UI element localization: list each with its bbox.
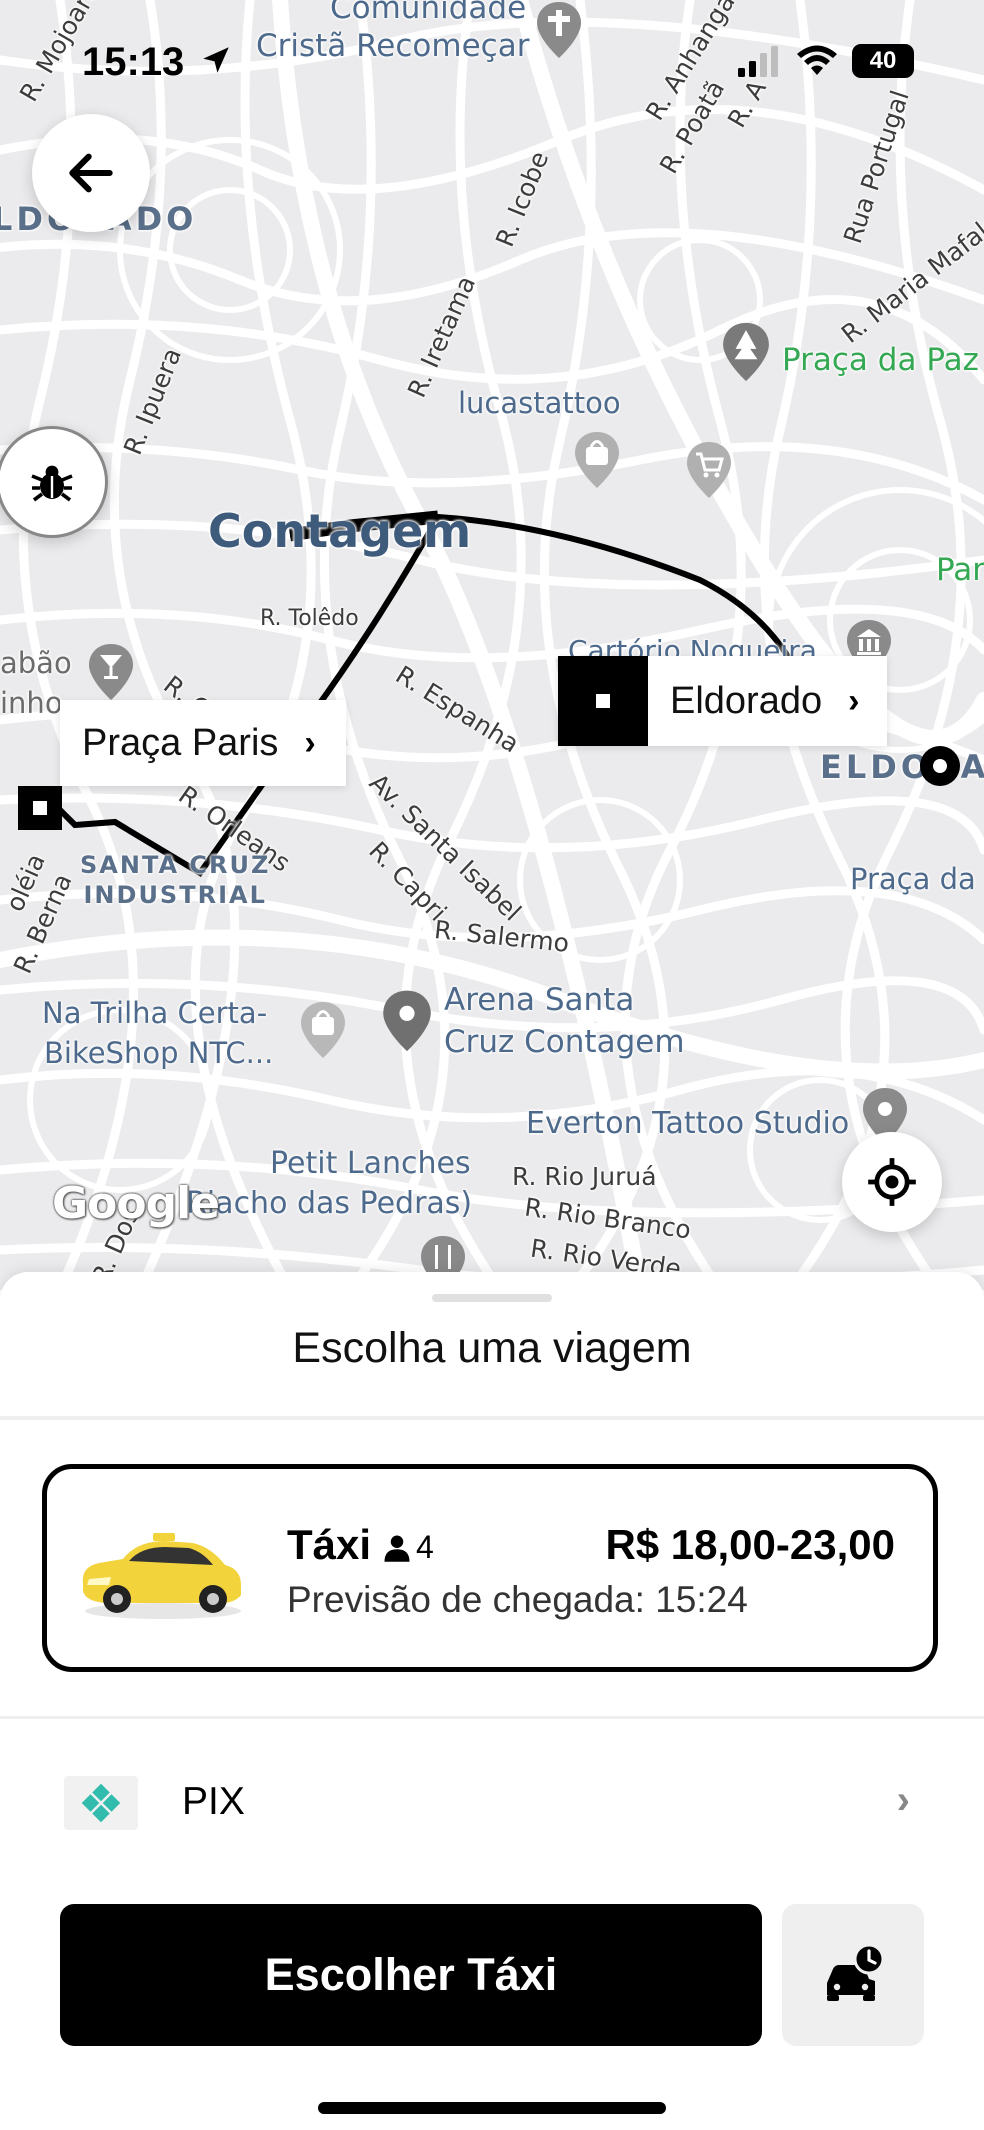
locate-button[interactable] xyxy=(842,1132,942,1232)
chevron-right-icon: › xyxy=(848,681,860,720)
back-arrow-icon xyxy=(69,153,113,193)
poi-label: inho xyxy=(0,686,63,720)
report-bug-button[interactable] xyxy=(0,426,108,538)
ride-seats-count: 4 xyxy=(416,1529,434,1565)
tree-pin-icon xyxy=(723,322,769,382)
taxi-car-image xyxy=(82,1533,241,1619)
street-label: R. Tolêdo xyxy=(260,606,359,631)
chevron-right-icon: › xyxy=(304,723,316,762)
signal-icon xyxy=(738,46,778,77)
back-button[interactable] xyxy=(32,114,150,232)
map-label: Comunidade xyxy=(330,0,527,26)
shopping-bag-pin-icon xyxy=(575,432,619,488)
divider xyxy=(0,1716,984,1719)
map-label: Cristã Recomeçar xyxy=(256,28,530,64)
pix-icon xyxy=(64,1776,138,1830)
poi-label: Praça da Paz xyxy=(782,342,979,378)
poi-label: Par xyxy=(936,552,984,588)
poi-label: lucastattoo xyxy=(458,386,621,420)
location-arrow-icon xyxy=(203,47,230,73)
poi-label: abão xyxy=(0,646,72,680)
ride-price: R$ 18,00-23,00 xyxy=(605,1521,895,1568)
poi-label: Na Trilha Certa- xyxy=(42,996,268,1030)
map-streets xyxy=(0,0,984,1290)
poi-label: Everton Tattoo Studio xyxy=(526,1106,850,1141)
payment-method-row[interactable]: PIX › xyxy=(0,1752,984,1852)
poi-label: Riacho das Pedras) xyxy=(186,1186,473,1221)
ride-eta: Previsão de chegada: 15:24 xyxy=(287,1579,748,1620)
destination-callout[interactable]: Eldorado › xyxy=(558,656,888,746)
wifi-icon xyxy=(797,45,837,75)
cocktail-pin-icon xyxy=(89,644,133,700)
destination-label: Eldorado xyxy=(670,679,823,722)
status-time: 15:13 xyxy=(82,40,233,85)
area-label: SANTA CRUZ INDUSTRIAL xyxy=(80,851,271,909)
origin-callout[interactable]: Praça Paris › xyxy=(60,700,346,786)
cross-pin-icon xyxy=(537,2,581,58)
poi-label: BikeShop NTC... xyxy=(44,1036,274,1070)
person-icon xyxy=(384,1535,410,1562)
poi-label: Arena Santa xyxy=(444,982,635,1018)
payment-method-label: PIX xyxy=(182,1780,245,1823)
poi-label: Praça da xyxy=(850,862,976,896)
sheet-handle[interactable] xyxy=(432,1294,552,1302)
city-label: Contagem xyxy=(208,504,472,558)
locate-icon xyxy=(868,1158,916,1206)
home-indicator xyxy=(318,2102,666,2114)
ride-option-taxi[interactable]: Táxi 4 R$ 18,00-23,00 Previsão de chegad… xyxy=(42,1464,938,1672)
shopping-bag-pin-icon xyxy=(301,1002,345,1058)
bug-icon xyxy=(31,465,73,502)
schedule-car-icon xyxy=(827,1943,885,2001)
choose-taxi-button[interactable]: Escolher Táxi xyxy=(60,1904,762,2046)
chevron-right-icon: › xyxy=(896,1778,910,1822)
street-label: R. Rio Juruá xyxy=(512,1162,657,1191)
schedule-ride-button[interactable] xyxy=(782,1904,924,2046)
poi-label: Cruz Contagem xyxy=(444,1024,685,1060)
destination-marker xyxy=(920,746,960,786)
cart-pin-icon xyxy=(687,442,731,498)
ride-name: Táxi xyxy=(287,1521,372,1568)
trip-options-sheet: Escolha uma viagem Táxi 4 R$ 18,00-23,00… xyxy=(0,1272,984,2130)
divider xyxy=(0,1416,984,1420)
ride-capacity: 4 xyxy=(382,1529,434,1566)
destination-square-icon xyxy=(558,656,648,746)
place-pin-icon xyxy=(383,990,431,1052)
map[interactable]: Comunidade Cristã Recomeçar R. Mojoara R… xyxy=(0,0,984,1290)
status-icons: 40 xyxy=(736,44,914,78)
origin-label: Praça Paris xyxy=(82,721,279,764)
battery-icon: 40 xyxy=(852,44,914,78)
origin-marker xyxy=(18,786,62,830)
sheet-title: Escolha uma viagem xyxy=(292,1324,692,1372)
google-logo: Google xyxy=(52,1178,220,1229)
poi-label: Petit Lanches xyxy=(270,1146,471,1181)
